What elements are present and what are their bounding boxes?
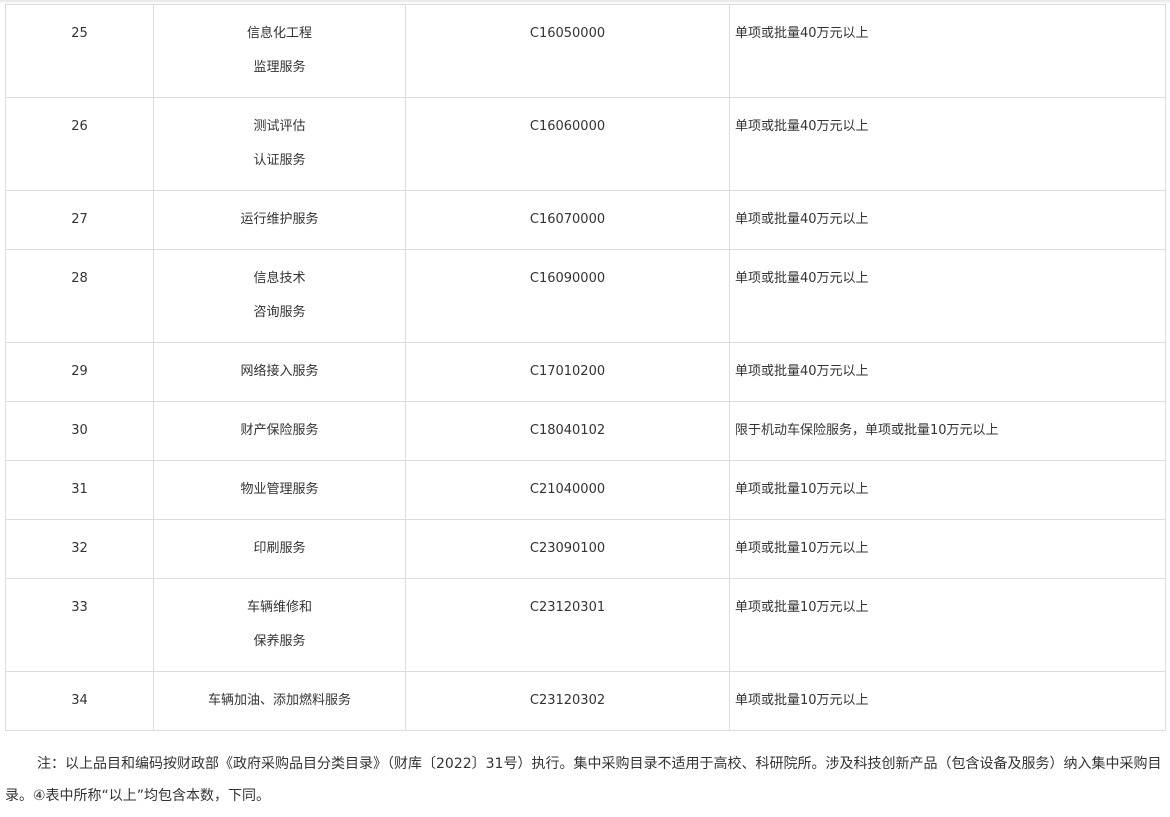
item-code: C23120301 <box>405 578 730 672</box>
threshold-note: 单项或批量40万元以上 <box>729 97 1166 191</box>
item-code: C18040102 <box>405 401 730 461</box>
item-name-line: 印刷服务 <box>253 541 306 556</box>
item-code: C16050000 <box>405 4 730 98</box>
item-name: 车辆维修和 保养服务 <box>153 578 406 672</box>
item-name-line: 物业管理服务 <box>240 482 319 497</box>
row-number: 34 <box>5 671 154 731</box>
threshold-note: 单项或批量40万元以上 <box>729 190 1166 250</box>
footnote-text: 注：以上品目和编码按财政部《政府采购品目分类目录》（财库〔2022〕31号）执行… <box>5 756 1162 804</box>
item-name-line: 认证服务 <box>253 153 306 168</box>
table-row: 33 车辆维修和 保养服务 C23120301 单项或批量10万元以上 <box>5 578 1166 672</box>
row-number: 30 <box>5 401 154 461</box>
table-row: 31 物业管理服务 C21040000 单项或批量10万元以上 <box>5 460 1166 520</box>
item-name-line: 财产保险服务 <box>240 423 319 438</box>
row-number: 29 <box>5 342 154 402</box>
threshold-note: 单项或批量40万元以上 <box>729 249 1166 343</box>
item-code: C17010200 <box>405 342 730 402</box>
table-row: 27 运行维护服务 C16070000 单项或批量40万元以上 <box>5 190 1166 250</box>
item-name: 运行维护服务 <box>153 190 406 250</box>
threshold-note: 单项或批量10万元以上 <box>729 519 1166 579</box>
item-name: 网络接入服务 <box>153 342 406 402</box>
item-name: 财产保险服务 <box>153 401 406 461</box>
item-code: C16090000 <box>405 249 730 343</box>
item-name-line: 咨询服务 <box>253 305 306 320</box>
item-code: C23120302 <box>405 671 730 731</box>
item-name-line: 信息技术 <box>253 271 306 286</box>
table-row: 32 印刷服务 C23090100 单项或批量10万元以上 <box>5 519 1166 579</box>
row-number: 33 <box>5 578 154 672</box>
item-name: 测试评估 认证服务 <box>153 97 406 191</box>
item-name: 车辆加油、添加燃料服务 <box>153 671 406 731</box>
table-row: 26 测试评估 认证服务 C16060000 单项或批量40万元以上 <box>5 97 1166 191</box>
item-code: C16070000 <box>405 190 730 250</box>
row-number: 25 <box>5 4 154 98</box>
threshold-note: 单项或批量40万元以上 <box>729 342 1166 402</box>
item-code: C23090100 <box>405 519 730 579</box>
threshold-note: 限于机动车保险服务，单项或批量10万元以上 <box>729 401 1166 461</box>
item-name-line: 车辆维修和 <box>246 600 312 615</box>
table-row: 25 信息化工程 监理服务 C16050000 单项或批量40万元以上 <box>5 4 1166 98</box>
threshold-note: 单项或批量10万元以上 <box>729 671 1166 731</box>
table-row: 28 信息技术 咨询服务 C16090000 单项或批量40万元以上 <box>5 249 1166 343</box>
table-row: 29 网络接入服务 C17010200 单项或批量40万元以上 <box>5 342 1166 402</box>
threshold-note: 单项或批量10万元以上 <box>729 578 1166 672</box>
item-name: 信息技术 咨询服务 <box>153 249 406 343</box>
item-name-line: 车辆加油、添加燃料服务 <box>207 693 351 708</box>
threshold-note: 单项或批量10万元以上 <box>729 460 1166 520</box>
table-row: 34 车辆加油、添加燃料服务 C23120302 单项或批量10万元以上 <box>5 671 1166 731</box>
item-name-line: 测试评估 <box>253 119 306 134</box>
table-row: 30 财产保险服务 C18040102 限于机动车保险服务，单项或批量10万元以上 <box>5 401 1166 461</box>
item-name: 物业管理服务 <box>153 460 406 520</box>
row-number: 26 <box>5 97 154 191</box>
item-name-line: 网络接入服务 <box>240 364 319 379</box>
row-number: 32 <box>5 519 154 579</box>
item-name-line: 监理服务 <box>253 60 306 75</box>
item-code: C16060000 <box>405 97 730 191</box>
item-name-line: 信息化工程 <box>246 26 312 41</box>
threshold-note: 单项或批量40万元以上 <box>729 4 1166 98</box>
row-number: 28 <box>5 249 154 343</box>
row-number: 31 <box>5 460 154 520</box>
item-name: 信息化工程 监理服务 <box>153 4 406 98</box>
item-code: C21040000 <box>405 460 730 520</box>
table-body: 25 信息化工程 监理服务 C16050000 单项或批量40万元以上 26 测试评估 认证服… <box>5 4 1166 731</box>
procurement-catalog-table: 25 信息化工程 监理服务 C16050000 单项或批量40万元以上 26 测试评估 认证服… <box>5 4 1166 731</box>
item-name: 印刷服务 <box>153 519 406 579</box>
item-name-line: 运行维护服务 <box>240 212 319 227</box>
row-number: 27 <box>5 190 154 250</box>
item-name-line: 保养服务 <box>253 634 306 649</box>
